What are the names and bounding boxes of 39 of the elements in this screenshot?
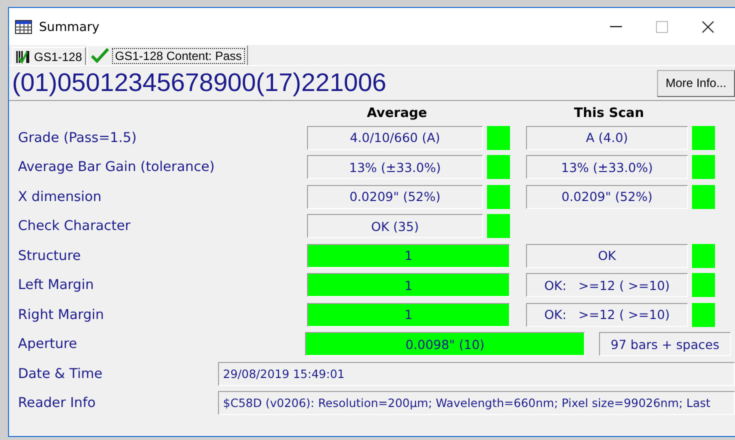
close-icon[interactable] [702, 20, 714, 32]
info-field: 29/08/2019 15:49:01 [218, 362, 735, 386]
row-label: Date & Time [18, 366, 104, 382]
value-cell: OK: >=12 ( >=10) [526, 273, 688, 298]
barcode-check-icon [16, 50, 30, 64]
row-label: Right Margin [18, 306, 105, 323]
value-bar: 1 [307, 273, 510, 298]
value-bar: 0.0098" (10) [305, 332, 585, 356]
row-label: Check Character [18, 218, 132, 234]
window-title: Summary [39, 19, 100, 34]
value-cell: 4.0/10/660 (A) [307, 126, 483, 150]
info-field: $C58D (v0206): Resolution=200µm; Wavelength=660nm; Pixel size=99026nm; Last [218, 391, 735, 416]
row-label: Reader Info [18, 395, 97, 412]
tab[interactable]: GS1-128 [12, 47, 86, 65]
value-bar: 1 [307, 302, 510, 327]
row-label: Left Margin [18, 277, 95, 294]
value-cell: 0.0209" (52%) [307, 184, 483, 209]
column-header: Average [366, 106, 428, 121]
row-label: X dimension [18, 188, 102, 205]
value-cell: A (4.0) [526, 126, 688, 150]
value-cell: 0.0209" (52%) [526, 184, 688, 209]
row-label: Average Bar Gain (tolerance) [18, 159, 216, 176]
table-icon [15, 20, 32, 34]
tab[interactable]: GS1-128 Content: Pass [87, 45, 248, 65]
column-header: This Scan [573, 106, 645, 121]
value-bar: 1 [307, 244, 510, 268]
value-cell: 97 bars + spaces [599, 332, 731, 356]
value-cell: OK: >=12 ( >=10) [526, 302, 688, 327]
value-cell: OK (35) [307, 214, 483, 238]
value-cell: OK [526, 244, 688, 268]
row-label: Grade (Pass=1.5) [18, 130, 138, 146]
check-icon [91, 48, 110, 63]
minimize-icon[interactable] [610, 26, 622, 28]
value-cell: 13% (±33.0%) [526, 155, 688, 180]
barcode-data: (01)05012345678900(17)221006 [11, 68, 386, 98]
row-label: Structure [18, 248, 82, 264]
row-label: Aperture [18, 336, 78, 352]
value-cell: 13% (±33.0%) [307, 155, 483, 180]
more-info-button[interactable]: More Info... [657, 70, 735, 96]
